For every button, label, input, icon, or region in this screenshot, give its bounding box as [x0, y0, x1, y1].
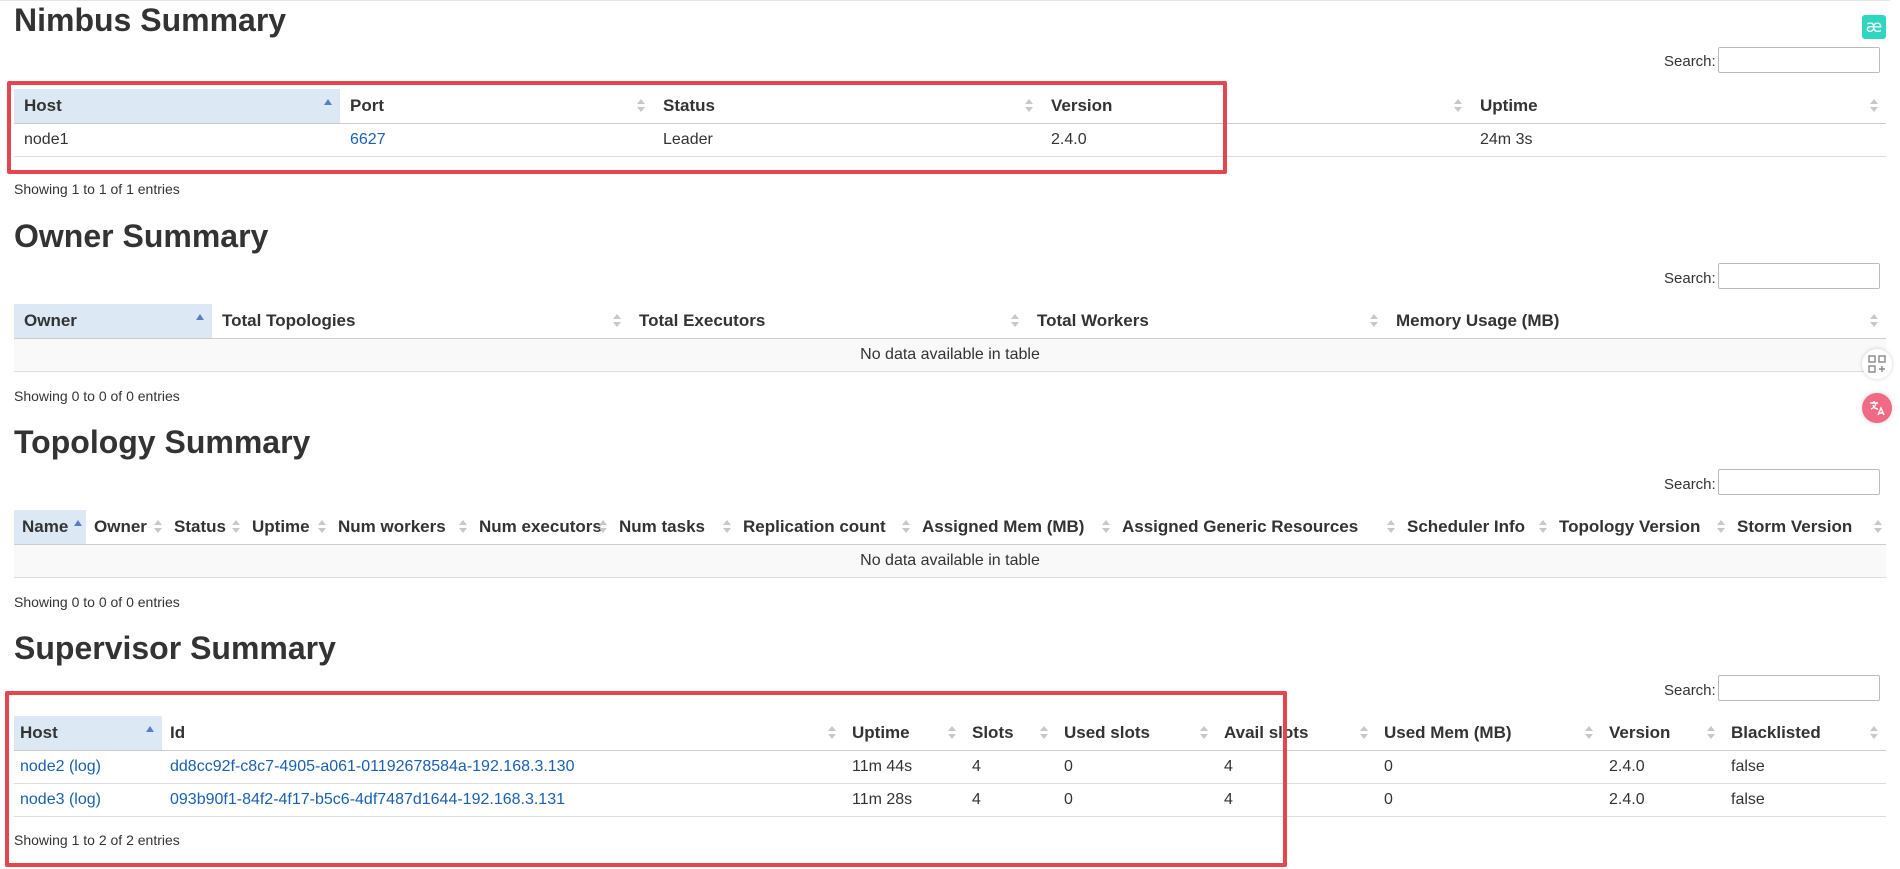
sort-both-icon: [1870, 314, 1878, 327]
sort-both-icon: [613, 314, 621, 327]
topology-col-replication-count[interactable]: Replication count: [735, 510, 914, 545]
sort-asc-icon: [196, 314, 204, 320]
nimbus-summary-title: Nimbus Summary: [14, 2, 287, 38]
owner-summary-title: Owner Summary: [14, 218, 269, 254]
topology-col-status[interactable]: Status: [166, 510, 244, 545]
sort-both-icon: [599, 520, 607, 533]
sort-both-icon: [1102, 520, 1110, 533]
supervisor-used-mem-cell: 0: [1376, 750, 1601, 784]
owner-search-input[interactable]: [1718, 263, 1880, 289]
sort-both-icon: [459, 520, 467, 533]
sort-both-icon: [1539, 520, 1547, 533]
sort-both-icon: [318, 520, 326, 533]
topology-col-owner[interactable]: Owner: [86, 510, 166, 545]
owner-empty-message: No data available in table: [14, 338, 1886, 372]
supervisor-col-blacklisted[interactable]: Blacklisted: [1723, 716, 1886, 751]
supervisor-col-version[interactable]: Version: [1601, 716, 1723, 751]
topology-col-uptime[interactable]: Uptime: [244, 510, 330, 545]
supervisor-blacklisted-cell: false: [1723, 783, 1886, 817]
topology-search-label: Search:: [1664, 476, 1716, 493]
top-divider: [0, 0, 1890, 1]
supervisor-summary-title: Supervisor Summary: [14, 630, 336, 666]
topology-col-num-workers[interactable]: Num workers: [330, 510, 471, 545]
topology-col-num-tasks[interactable]: Num tasks: [611, 510, 735, 545]
nimbus-search-input[interactable]: [1718, 47, 1880, 73]
translate-icon[interactable]: [1862, 393, 1892, 423]
supervisor-blacklisted-cell: false: [1723, 750, 1886, 784]
owner-col-owner[interactable]: Owner: [14, 304, 212, 339]
topology-col-name[interactable]: Name: [14, 510, 86, 545]
topology-col-storm-version[interactable]: Storm Version: [1729, 510, 1886, 545]
sort-both-icon: [902, 520, 910, 533]
owner-col-total-workers[interactable]: Total Workers: [1027, 304, 1386, 339]
owner-col-total-executors[interactable]: Total Executors: [629, 304, 1027, 339]
sort-both-icon: [1011, 314, 1019, 327]
sort-both-icon: [1387, 520, 1395, 533]
topology-table: Name Owner Status Uptime Num workers Num…: [14, 510, 1886, 578]
nimbus-search-label: Search:: [1664, 53, 1716, 70]
translate-glyph-icon: [1870, 401, 1885, 416]
owner-table-info: Showing 0 to 0 of 0 entries: [14, 388, 180, 404]
apps-grid-icon[interactable]: [1862, 349, 1892, 379]
topology-table-info: Showing 0 to 0 of 0 entries: [14, 594, 180, 610]
sort-both-icon: [232, 520, 240, 533]
nimbus-col-uptime[interactable]: Uptime: [1470, 89, 1886, 124]
sort-both-icon: [1717, 520, 1725, 533]
sort-both-icon: [1874, 520, 1882, 533]
topology-empty-message: No data available in table: [14, 544, 1886, 578]
supervisor-col-used-mem[interactable]: Used Mem (MB): [1376, 716, 1601, 751]
topology-summary-title: Topology Summary: [14, 424, 311, 460]
nimbus-highlight-box: [7, 81, 1227, 174]
ae-icon[interactable]: æ: [1862, 15, 1886, 39]
supervisor-version-cell: 2.4.0: [1601, 783, 1723, 817]
storm-ui-page: Nimbus Summary Search: Host Port Status …: [0, 0, 1900, 869]
topology-col-topology-version[interactable]: Topology Version: [1551, 510, 1729, 545]
topology-col-num-executors[interactable]: Num executors: [471, 510, 611, 545]
sort-both-icon: [154, 520, 162, 533]
sort-asc-icon: [74, 520, 82, 526]
owner-table: Owner Total Topologies Total Executors T…: [14, 304, 1886, 372]
sort-both-icon: [1707, 726, 1715, 739]
nimbus-uptime-cell: 24m 3s: [1470, 123, 1886, 157]
owner-col-total-topologies[interactable]: Total Topologies: [212, 304, 629, 339]
topology-search-input[interactable]: [1718, 469, 1880, 495]
apps-grid-glyph-icon: [1868, 355, 1886, 373]
owner-col-memory-usage[interactable]: Memory Usage (MB): [1386, 304, 1886, 339]
supervisor-search-label: Search:: [1664, 682, 1716, 699]
sort-both-icon: [1370, 314, 1378, 327]
supervisor-version-cell: 2.4.0: [1601, 750, 1723, 784]
supervisor-highlight-box: [5, 691, 1287, 867]
table-row: No data available in table: [14, 544, 1886, 578]
sort-both-icon: [1870, 99, 1878, 112]
topology-col-assigned-mem[interactable]: Assigned Mem (MB): [914, 510, 1114, 545]
table-row: No data available in table: [14, 338, 1886, 372]
supervisor-used-mem-cell: 0: [1376, 783, 1601, 817]
topology-col-scheduler-info[interactable]: Scheduler Info: [1399, 510, 1551, 545]
sort-both-icon: [1585, 726, 1593, 739]
supervisor-search-input[interactable]: [1718, 675, 1880, 701]
sort-both-icon: [1454, 99, 1462, 112]
topology-col-assigned-generic-resources[interactable]: Assigned Generic Resources: [1114, 510, 1399, 545]
sort-both-icon: [1360, 726, 1368, 739]
nimbus-table-info: Showing 1 to 1 of 1 entries: [14, 181, 180, 197]
sort-both-icon: [723, 520, 731, 533]
owner-search-label: Search:: [1664, 270, 1716, 287]
sort-both-icon: [1870, 726, 1878, 739]
